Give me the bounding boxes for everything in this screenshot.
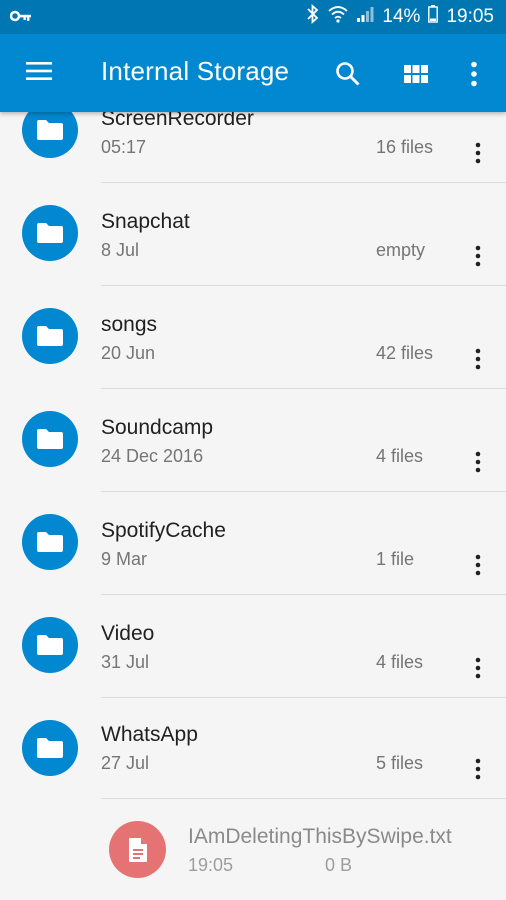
signal-icon: [356, 5, 374, 29]
folder-name: Snapchat: [101, 210, 190, 233]
folder-name: WhatsApp: [101, 723, 198, 746]
file-time: 19:05: [188, 855, 234, 875]
status-bar: 14% 19:05: [0, 0, 506, 34]
folder-count: 4 files: [376, 652, 424, 672]
folder-count: 1 file: [376, 549, 415, 569]
folder-icon: [22, 205, 78, 261]
overflow-menu-icon[interactable]: [456, 56, 492, 92]
app-bar: Internal Storage: [0, 34, 506, 112]
more-options-icon[interactable]: [466, 653, 490, 683]
folder-icon: [22, 308, 78, 364]
grid-view-icon[interactable]: [398, 56, 434, 92]
folder-date: 8 Jul: [101, 240, 140, 260]
more-options-icon[interactable]: [466, 138, 490, 168]
folder-count: empty: [376, 240, 426, 260]
folder-name: SpotifyCache: [101, 519, 226, 542]
folder-icon: [22, 514, 78, 570]
folder-name: songs: [101, 313, 158, 336]
more-options-icon[interactable]: [466, 344, 490, 374]
battery-percent: 14%: [382, 6, 421, 27]
more-options-icon[interactable]: [466, 550, 490, 580]
status-indicators: 14% 19:05: [306, 0, 494, 34]
vpn-key-icon: [9, 9, 32, 28]
folder-name: Soundcamp: [101, 416, 214, 439]
folder-count: 16 files: [376, 137, 434, 157]
wifi-icon: [328, 5, 349, 29]
folder-icon: [22, 720, 78, 776]
list-item[interactable]: SpotifyCache 9 Mar 1 file: [0, 492, 506, 595]
folder-date: 31 Jul: [101, 652, 150, 672]
file-size: 0 B: [325, 855, 353, 875]
more-options-icon[interactable]: [466, 241, 490, 271]
page-title: Internal Storage: [101, 56, 290, 86]
more-options-icon[interactable]: [466, 447, 490, 477]
folder-date: 24 Dec 2016: [101, 446, 204, 466]
menu-icon[interactable]: [24, 60, 54, 86]
clock: 19:05: [446, 6, 494, 27]
text-file-icon: [109, 821, 166, 878]
list-item[interactable]: Video 31 Jul 4 files: [0, 595, 506, 698]
folder-count: 42 files: [376, 343, 434, 363]
divider: [101, 798, 506, 799]
list-item[interactable]: WhatsApp 27 Jul 5 files: [0, 698, 506, 801]
list-item[interactable]: Snapchat 8 Jul empty: [0, 183, 506, 286]
folder-date: 9 Mar: [101, 549, 148, 569]
battery-icon: [428, 5, 439, 29]
search-icon[interactable]: [330, 56, 366, 92]
list-item[interactable]: songs 20 Jun 42 files: [0, 286, 506, 389]
list-item[interactable]: Soundcamp 24 Dec 2016 4 files: [0, 389, 506, 492]
folder-date: 20 Jun: [101, 343, 156, 363]
folder-icon: [22, 411, 78, 467]
folder-count: 5 files: [376, 753, 424, 773]
file-name: IAmDeletingThisBySwipe.txt: [188, 825, 452, 848]
folder-date: 27 Jul: [101, 753, 150, 773]
bluetooth-icon: [306, 3, 320, 30]
folder-name: Video: [101, 622, 155, 645]
folder-icon: [22, 617, 78, 673]
folder-date: 05:17: [101, 137, 147, 157]
more-options-icon[interactable]: [466, 754, 490, 784]
folder-count: 4 files: [376, 446, 424, 466]
